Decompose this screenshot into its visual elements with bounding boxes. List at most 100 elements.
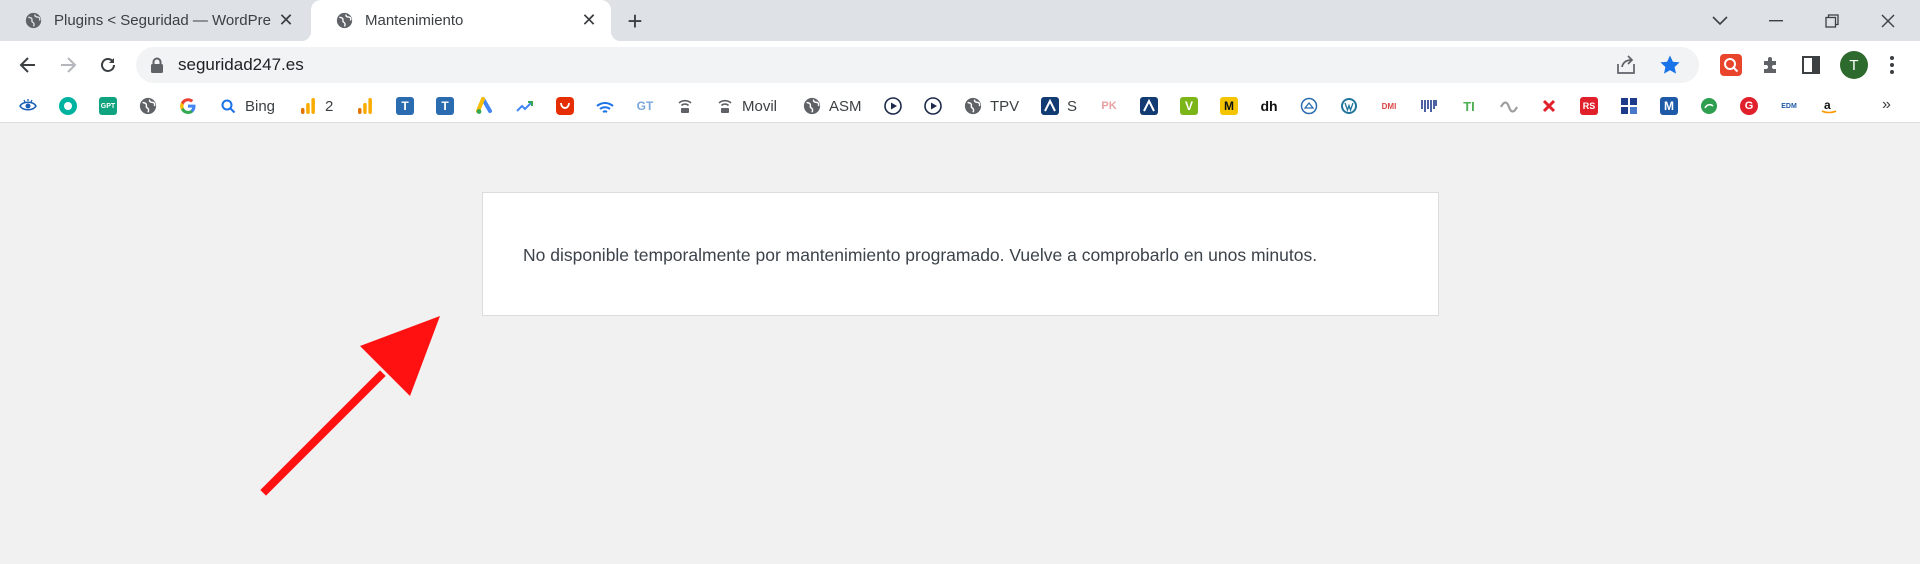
bookmark-item[interactable]: [596, 96, 614, 116]
more-vert-icon: [1890, 56, 1894, 74]
bookmark-item[interactable]: [1620, 96, 1638, 116]
bookmark-item[interactable]: [476, 96, 494, 116]
bookmark-item[interactable]: [1700, 96, 1718, 116]
bookmark-item[interactable]: [1500, 96, 1518, 116]
minimize-icon: [1769, 19, 1783, 21]
dh-icon: dh: [1260, 98, 1278, 114]
bookmark-item[interactable]: T: [436, 96, 454, 116]
url-text[interactable]: seguridad247.es: [178, 55, 304, 75]
a-navy-icon: [1140, 97, 1158, 115]
globe-icon: [139, 97, 157, 115]
barcode-icon: [1421, 100, 1437, 112]
grid-blue-icon: [1621, 98, 1637, 114]
forward-button[interactable]: [52, 49, 84, 81]
bookmark-item[interactable]: DMI: [1380, 96, 1398, 116]
edm-icon: EDM: [1781, 102, 1797, 110]
bookmark-label: Movil: [742, 97, 778, 115]
bookmark-item[interactable]: EDM: [1780, 96, 1798, 116]
bookmark-item[interactable]: S: [1041, 96, 1077, 116]
t-blue-icon: T: [396, 97, 414, 115]
lock-icon[interactable]: [150, 57, 164, 73]
wifi-icon: [596, 102, 614, 113]
bookmark-item[interactable]: V: [1180, 96, 1198, 116]
close-icon[interactable]: ✕: [276, 10, 296, 31]
dmi-icon: DMI: [1381, 101, 1397, 111]
bookmarks-overflow-button[interactable]: »: [1882, 96, 1891, 114]
bookmark-item[interactable]: [179, 96, 197, 116]
globe-icon: [964, 97, 982, 115]
google-icon: [180, 98, 196, 114]
green-circle-icon: [1701, 98, 1717, 114]
maintenance-message: No disponible temporalmente por mantenim…: [523, 245, 1318, 265]
ti-icon: TI: [1463, 98, 1475, 114]
bookmark-item[interactable]: 2: [299, 96, 333, 116]
bookmark-item[interactable]: [356, 96, 374, 116]
bookmark-item[interactable]: [19, 96, 37, 116]
bookmark-item[interactable]: [516, 96, 534, 116]
bookmark-item[interactable]: RS: [1580, 96, 1598, 116]
bookmark-item[interactable]: [924, 96, 942, 116]
reload-button[interactable]: [92, 49, 124, 81]
share-icon[interactable]: [1615, 55, 1637, 75]
restore-icon: [1825, 13, 1839, 28]
globe-icon: [803, 97, 821, 115]
bookmark-item[interactable]: [139, 96, 157, 116]
bookmark-item[interactable]: [59, 96, 77, 116]
bookmark-item[interactable]: TI: [1460, 96, 1478, 116]
analytics-icon: [358, 98, 372, 114]
bookmark-item[interactable]: GT: [636, 96, 654, 116]
side-panel-icon: [1802, 56, 1820, 74]
extension-search-button[interactable]: [1719, 53, 1743, 77]
bookmark-item[interactable]: GPT: [99, 96, 117, 116]
bookmark-item[interactable]: M: [1660, 96, 1678, 116]
bookmarks-bar: GPT Bing 2 T T GT Movil ASM TPV S PK V M…: [0, 89, 1920, 123]
wave-icon: [1500, 101, 1518, 113]
bookmark-item[interactable]: Movil: [716, 96, 777, 116]
side-panel-button[interactable]: [1799, 53, 1823, 77]
play-icon: [924, 97, 942, 115]
bookmark-item[interactable]: [1300, 96, 1318, 116]
bookmark-item[interactable]: TPV: [964, 96, 1019, 116]
bookmark-item[interactable]: [1420, 96, 1438, 116]
search-icon: [221, 99, 236, 114]
restore-button[interactable]: [1804, 0, 1860, 41]
m-blue-icon: M: [1660, 97, 1678, 115]
trend-icon: [516, 101, 533, 112]
maintenance-notice: No disponible temporalmente por mantenim…: [482, 192, 1439, 316]
bookmark-item[interactable]: M: [1220, 96, 1238, 116]
bookmark-item[interactable]: PK: [1100, 96, 1118, 116]
bookmark-item[interactable]: ASM: [803, 96, 862, 116]
bookmark-item[interactable]: G: [1740, 96, 1758, 116]
bookmark-item[interactable]: [1140, 96, 1158, 116]
bookmark-item[interactable]: dh: [1260, 96, 1278, 116]
new-tab-button[interactable]: +: [622, 6, 648, 36]
tab-plugins[interactable]: Plugins < Seguridad — WordPre ✕: [0, 0, 308, 41]
bookmark-item[interactable]: a: [1820, 96, 1838, 116]
bookmark-label: 2: [325, 97, 334, 115]
star-icon[interactable]: [1659, 54, 1681, 76]
bookmark-item[interactable]: [556, 96, 574, 116]
bookmark-item[interactable]: [676, 96, 694, 116]
arrow-right-icon: [61, 57, 77, 73]
profile-avatar[interactable]: T: [1840, 51, 1868, 79]
menu-button[interactable]: [1880, 53, 1904, 77]
close-icon: [1881, 14, 1895, 27]
bookmark-item[interactable]: Bing: [219, 96, 275, 116]
bookmark-item[interactable]: T: [396, 96, 414, 116]
bookmark-item[interactable]: [1540, 96, 1558, 116]
bookmark-label: S: [1067, 97, 1078, 115]
search-red-icon: [1720, 54, 1742, 76]
close-icon[interactable]: ✕: [579, 10, 599, 31]
close-window-button[interactable]: [1860, 0, 1916, 41]
minimize-button[interactable]: [1748, 0, 1804, 41]
bookmark-item[interactable]: [1340, 96, 1358, 116]
x-red-icon: [1542, 99, 1556, 113]
tab-search-button[interactable]: [1692, 0, 1748, 41]
rs-icon: RS: [1580, 97, 1598, 115]
tab-mantenimiento[interactable]: Mantenimiento ✕: [301, 0, 621, 41]
bookmark-label: TPV: [990, 97, 1020, 115]
extensions-button[interactable]: [1759, 53, 1783, 77]
bookmark-item[interactable]: [884, 96, 902, 116]
address-bar[interactable]: seguridad247.es: [136, 47, 1699, 83]
back-button[interactable]: [12, 49, 44, 81]
